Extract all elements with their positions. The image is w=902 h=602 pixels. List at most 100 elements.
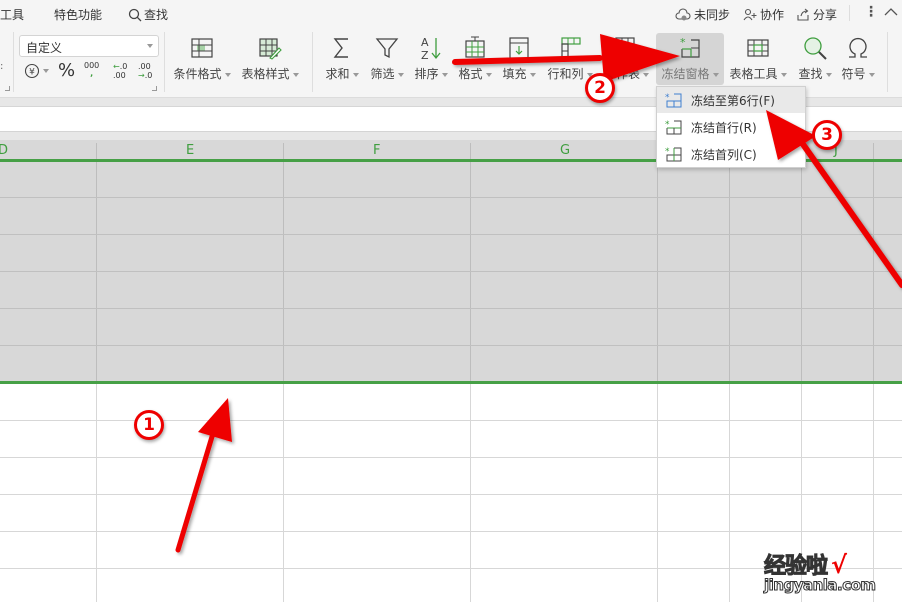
svg-text:*: * bbox=[680, 36, 686, 49]
column-header-d[interactable]: D bbox=[0, 143, 8, 158]
freeze-rows-icon: * bbox=[665, 93, 682, 108]
column-divider bbox=[283, 384, 284, 602]
collapse-ribbon-icon[interactable] bbox=[884, 7, 898, 17]
row-divider bbox=[0, 494, 902, 495]
share-label: 分享 bbox=[813, 8, 838, 22]
column-divider bbox=[96, 384, 97, 602]
column-divider bbox=[470, 384, 471, 602]
collaborate-icon bbox=[743, 8, 757, 20]
row-divider bbox=[0, 531, 902, 532]
freeze-first-column-icon: * bbox=[665, 147, 682, 162]
menu-tools[interactable]: 工具 bbox=[0, 6, 24, 23]
symbol-button[interactable]: 符号 bbox=[840, 34, 876, 82]
column-divider bbox=[657, 143, 658, 382]
freeze-first-column-item[interactable]: * 冻结首列(C) bbox=[657, 141, 805, 167]
freeze-first-row-item[interactable]: * 冻结首行(R) bbox=[657, 114, 805, 140]
freeze-to-row-6-item[interactable]: * 冻结至第6行(F) bbox=[657, 87, 805, 113]
filter-label: 筛选 bbox=[370, 67, 395, 81]
freeze-panes-menu: * 冻结至第6行(F) * 冻结首行(R) * 冻结首列(C) bbox=[656, 86, 806, 168]
increase-decimal-button[interactable]: ←.0.00 bbox=[113, 62, 127, 80]
freeze-panes-button[interactable]: * 冻结窗格 bbox=[656, 33, 724, 85]
rows-columns-label: 行和列 bbox=[547, 67, 584, 81]
table-tools-icon bbox=[747, 39, 769, 57]
chevron-down-icon bbox=[712, 72, 719, 77]
worksheet-button[interactable]: 工作表 bbox=[604, 34, 650, 82]
column-header-f[interactable]: F bbox=[373, 143, 380, 158]
sort-button[interactable]: AZ 排序 bbox=[414, 34, 448, 82]
chevron-down-icon bbox=[352, 72, 359, 77]
sort-label: 排序 bbox=[414, 67, 439, 81]
sum-label: 求和 bbox=[325, 67, 350, 81]
column-divider bbox=[873, 143, 874, 382]
column-divider bbox=[729, 384, 730, 602]
menu-special-features[interactable]: 特色功能 bbox=[54, 6, 102, 23]
thousands-separator-button[interactable]: 000, bbox=[84, 62, 99, 78]
fill-icon bbox=[509, 37, 529, 59]
chevron-down-icon bbox=[224, 72, 231, 77]
ribbon-divider bbox=[312, 32, 313, 92]
ribbon-divider bbox=[887, 32, 888, 92]
chevron-down-icon bbox=[643, 72, 650, 77]
freeze-panes-label: 冻结窗格 bbox=[661, 67, 710, 81]
table-style-button[interactable]: 表格样式 bbox=[241, 34, 299, 82]
currency-button[interactable]: ¥ bbox=[24, 63, 49, 79]
menu-search-label: 查找 bbox=[144, 8, 169, 22]
conditional-format-label: 条件格式 bbox=[173, 67, 222, 81]
share-icon bbox=[797, 8, 809, 21]
symbol-label: 符号 bbox=[841, 67, 866, 81]
currency-icon: ¥ bbox=[24, 63, 40, 79]
collaborate-label: 协作 bbox=[760, 8, 785, 22]
group-launcher-icon[interactable] bbox=[152, 86, 157, 91]
format-button[interactable]: 格式 bbox=[458, 34, 492, 82]
group-launcher-icon[interactable] bbox=[5, 86, 10, 91]
freeze-first-row-icon: * bbox=[665, 120, 682, 135]
decrease-decimal-button[interactable]: .00 →.0 bbox=[138, 62, 152, 80]
ribbon-group-fragment: : bbox=[0, 61, 4, 72]
svg-text:¥: ¥ bbox=[29, 68, 35, 78]
freeze-first-column-label: 冻结首列(C) bbox=[691, 147, 757, 162]
more-options-icon[interactable]: ⋮ bbox=[864, 4, 878, 20]
sum-button[interactable]: 求和 bbox=[325, 34, 359, 82]
step-badge-2: 2 bbox=[585, 73, 615, 103]
chevron-down-icon bbox=[825, 72, 832, 77]
find-icon bbox=[804, 37, 827, 60]
chevron-down-icon bbox=[441, 72, 448, 77]
chevron-down-icon bbox=[485, 72, 492, 77]
find-label: 查找 bbox=[798, 67, 823, 81]
row-divider bbox=[0, 197, 902, 198]
column-header-g[interactable]: G bbox=[560, 143, 570, 158]
row-divider bbox=[0, 457, 902, 458]
watermark-en: jingyanla.com bbox=[764, 576, 877, 595]
row-divider bbox=[0, 271, 902, 272]
conditional-format-button[interactable]: 条件格式 bbox=[173, 34, 231, 82]
menu-search[interactable]: 查找 bbox=[128, 6, 168, 23]
cloud-icon bbox=[675, 7, 691, 20]
number-format-select[interactable]: 自定义 bbox=[19, 35, 159, 57]
sum-icon bbox=[333, 38, 348, 58]
column-divider bbox=[470, 143, 471, 382]
svg-text:Z: Z bbox=[421, 49, 429, 62]
column-header-e[interactable]: E bbox=[186, 143, 194, 158]
ribbon-divider bbox=[13, 32, 14, 92]
fill-button[interactable]: 填充 bbox=[502, 34, 536, 82]
conditional-format-icon bbox=[191, 38, 213, 58]
chevron-down-icon bbox=[397, 72, 404, 77]
share-button[interactable]: 分享 bbox=[796, 6, 837, 23]
freeze-to-row-6-label: 冻结至第6行(F) bbox=[691, 93, 775, 108]
table-tools-button[interactable]: 表格工具 bbox=[728, 34, 788, 82]
sync-status[interactable]: 未同步 bbox=[675, 6, 730, 23]
find-button[interactable]: 查找 bbox=[797, 34, 833, 82]
chevron-down-icon bbox=[868, 72, 875, 77]
menu-bar: 工具 特色功能 查找 未同步 协作 分享 ⋮ bbox=[0, 0, 902, 28]
rows-columns-button[interactable]: 行和列 bbox=[546, 34, 594, 82]
sync-label: 未同步 bbox=[694, 8, 731, 22]
percent-button[interactable]: % bbox=[58, 60, 75, 81]
chevron-down-icon bbox=[292, 72, 299, 77]
worksheet-icon bbox=[615, 37, 635, 57]
row-divider bbox=[0, 308, 902, 309]
chevron-down-icon bbox=[529, 72, 536, 77]
filter-button[interactable]: 筛选 bbox=[370, 34, 404, 82]
collaborate-button[interactable]: 协作 bbox=[743, 6, 784, 23]
table-style-icon bbox=[259, 38, 282, 60]
rows-columns-icon bbox=[561, 37, 581, 59]
